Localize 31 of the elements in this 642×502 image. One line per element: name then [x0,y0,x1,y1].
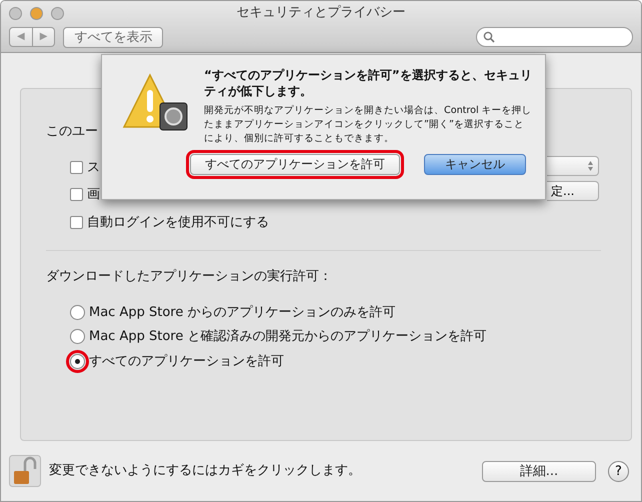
window-control-button[interactable] [30,6,43,20]
search-icon [483,30,495,43]
checkbox[interactable] [70,188,83,202]
dropdown[interactable] [547,156,599,176]
dialog-title: “すべてのアプリケーションを許可”を選択すると、セキュリティが低下します。 [204,67,533,99]
radio-button[interactable] [70,329,85,344]
lock-message: 変更できないようにするにはカギをクリックします。 [49,462,361,480]
window-control-button[interactable] [9,6,22,20]
checkbox-label: 画 [87,186,100,204]
padlock-icon[interactable] [9,455,41,487]
download-heading: ダウンロードしたアプリケーションの実行許可： [46,268,333,286]
radio-label: Mac App Store と確認済みの開発元からのアプリケーションを許可 [89,328,486,346]
dropdown-arrows-icon [587,160,594,172]
advanced-button[interactable]: 詳細... [482,460,596,482]
checkbox-label: 自動ログインを使用不可にする [87,214,269,232]
dialog-message: 開発元が不明なアプリケーションを開きたい場合は、Control キーを押したままアプリケーションアイコンをクリックして”開く”を選択することにより、個別に許可することもできます。 [204,104,533,146]
show-all-button[interactable]: すべてを表示 [63,26,164,48]
radio-label: すべてのアプリケーションを許可 [89,352,284,370]
section-heading: このユー [46,124,98,139]
window-title: セキュリティとプライバシー [236,4,406,22]
checkbox[interactable] [70,216,83,229]
checkbox-label: ス [87,158,100,176]
cancel-button[interactable]: キャンセル [424,154,526,175]
window-control-button[interactable] [51,6,64,20]
warning-icon [122,73,188,131]
search-field[interactable] [476,26,633,47]
radio-label: Mac App Store からのアプリケーションのみを許可 [89,304,396,322]
help-button[interactable]: ? [608,460,629,482]
radio-button[interactable] [70,304,85,320]
set-message-button[interactable]: 定... [547,181,599,201]
checkbox[interactable] [70,160,83,174]
